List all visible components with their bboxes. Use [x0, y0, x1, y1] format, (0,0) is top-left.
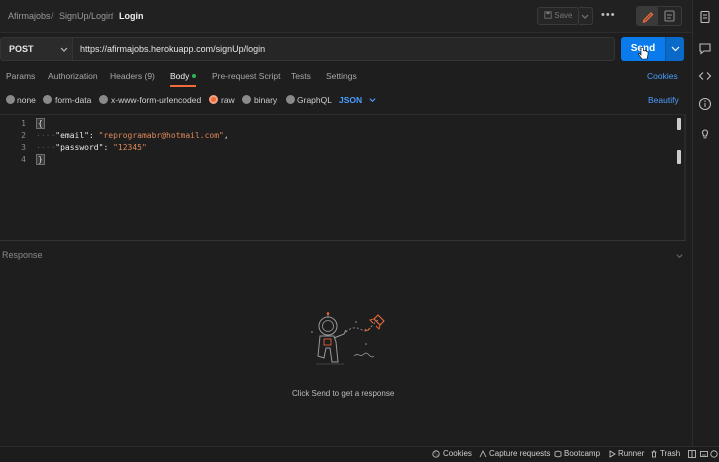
- tab-pre-request-script[interactable]: Pre-request Script: [212, 71, 281, 81]
- tab-authorization[interactable]: Authorization: [48, 71, 98, 81]
- radio-none-label: none: [17, 95, 36, 105]
- save-dropdown-button[interactable]: [579, 7, 593, 25]
- breadcrumb-workspace[interactable]: Afirmajobs: [8, 11, 51, 21]
- line-number: 3: [21, 143, 26, 152]
- radio-graphql[interactable]: [286, 95, 295, 104]
- radio-raw[interactable]: [209, 95, 218, 104]
- language-select[interactable]: JSON: [339, 95, 362, 105]
- indent-marker: ····: [36, 131, 56, 140]
- radio-binary-label: binary: [254, 95, 278, 105]
- more-options-button[interactable]: •••: [601, 9, 616, 21]
- json-comma: ,: [223, 131, 229, 140]
- right-sidebar: [692, 0, 719, 446]
- statusbar-capture-requests[interactable]: Capture requests: [489, 449, 550, 458]
- tab-tests[interactable]: Tests: [291, 71, 311, 81]
- close-brace: }: [36, 154, 45, 165]
- tab-body[interactable]: Body: [170, 71, 189, 81]
- statusbar-bootcamp[interactable]: Bootcamp: [564, 449, 600, 458]
- tab-headers[interactable]: Headers (9): [110, 71, 155, 81]
- indent-marker: ····: [36, 143, 56, 152]
- documentation-icon[interactable]: [698, 10, 712, 24]
- chevron-down-icon: [671, 46, 680, 52]
- runner-icon: [609, 450, 616, 458]
- radio-none[interactable]: [6, 95, 15, 104]
- json-key: "email": [55, 131, 89, 140]
- cursor-icon: [638, 47, 649, 60]
- tab-settings[interactable]: Settings: [326, 71, 357, 81]
- capture-icon: [479, 450, 487, 458]
- radio-binary[interactable]: [242, 95, 251, 104]
- line-number: 1: [21, 119, 26, 128]
- editor-scroll-marker[interactable]: [677, 150, 681, 164]
- json-string-value: "12345": [113, 143, 147, 152]
- trash-icon: [651, 450, 657, 458]
- lightbulb-icon[interactable]: [698, 126, 712, 140]
- response-empty-hint: Click Send to get a response: [292, 389, 395, 398]
- breadcrumb-separator: /: [111, 11, 114, 21]
- save-button[interactable]: Save: [537, 7, 579, 25]
- send-dropdown-button[interactable]: [665, 37, 684, 61]
- breadcrumb-folder[interactable]: SignUp/Login: [59, 11, 113, 21]
- chevron-down-icon: [581, 14, 589, 19]
- radio-urlencoded-label: x-www-form-urlencoded: [111, 95, 202, 105]
- chevron-down-icon: [60, 47, 68, 52]
- document-icon: [664, 10, 675, 22]
- edit-mode-button[interactable]: [637, 7, 658, 25]
- radio-graphql-label: GraphQL: [297, 95, 332, 105]
- statusbar-trash[interactable]: Trash: [660, 449, 680, 458]
- keyboard-icon[interactable]: [700, 450, 708, 458]
- layout-icon[interactable]: [688, 450, 696, 458]
- beautify-link[interactable]: Beautify: [648, 95, 679, 105]
- editor-scrollbar-track[interactable]: [684, 115, 686, 240]
- code-icon[interactable]: [698, 69, 712, 83]
- radio-form-data-label: form-data: [55, 95, 92, 105]
- astronaut-illustration: [311, 312, 385, 365]
- info-icon[interactable]: [698, 97, 712, 111]
- save-label: Save: [554, 11, 573, 20]
- radio-urlencoded[interactable]: [99, 95, 108, 104]
- help-icon[interactable]: [710, 450, 718, 458]
- editor-scroll-marker[interactable]: [677, 118, 681, 130]
- json-string-value: "reprogramabr@hotmail.com": [98, 131, 224, 140]
- tab-params[interactable]: Params: [6, 71, 35, 81]
- bootcamp-icon: [554, 450, 562, 458]
- floppy-icon: [544, 11, 552, 19]
- radio-raw-label: raw: [221, 95, 235, 105]
- line-number: 4: [21, 155, 26, 164]
- statusbar-runner[interactable]: Runner: [618, 449, 644, 458]
- breadcrumb-request-name[interactable]: Login: [119, 11, 144, 21]
- cookies-link[interactable]: Cookies: [647, 71, 678, 81]
- json-key: "password": [55, 143, 104, 152]
- json-colon: :: [88, 131, 99, 140]
- documentation-mode-button[interactable]: [659, 7, 680, 25]
- radio-form-data[interactable]: [43, 95, 52, 104]
- line-number: 2: [21, 131, 26, 140]
- chevron-down-icon: [369, 98, 376, 103]
- body-modified-indicator: [192, 74, 196, 78]
- pencil-icon: [642, 12, 654, 23]
- url-input[interactable]: https://afirmajobs.herokuapp.com/signUp/…: [73, 37, 615, 61]
- response-header[interactable]: [0, 247, 690, 263]
- comments-icon[interactable]: [698, 41, 712, 55]
- chevron-down-icon[interactable]: [675, 251, 684, 260]
- open-brace: {: [36, 118, 45, 129]
- code-line: ····"password": "12345": [36, 143, 147, 152]
- active-tab-underline: [170, 85, 196, 87]
- statusbar-cookies[interactable]: Cookies: [443, 449, 472, 458]
- cookie-icon: [432, 450, 440, 458]
- response-title: Response: [2, 250, 43, 260]
- code-line: {: [36, 118, 45, 129]
- breadcrumb-separator: /: [51, 11, 54, 21]
- code-line: }: [36, 154, 45, 165]
- json-colon: :: [103, 143, 114, 152]
- code-line: ····"email": "reprogramabr@hotmail.com",: [36, 131, 229, 140]
